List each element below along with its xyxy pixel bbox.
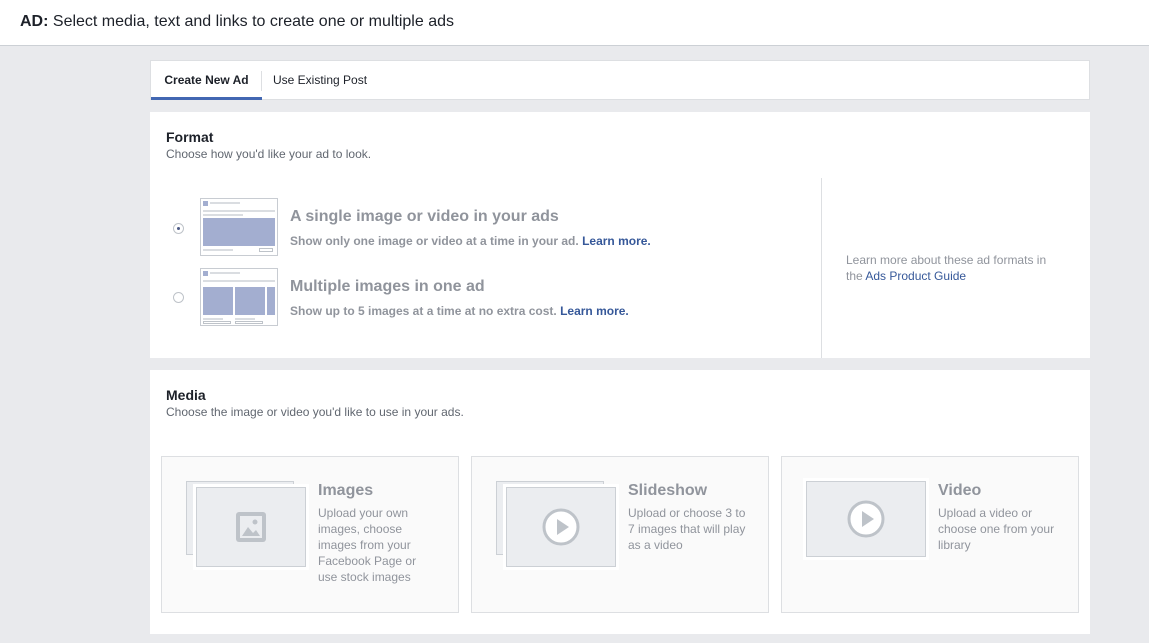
media-section: Media Choose the image or video you'd li… (150, 370, 1090, 634)
play-icon (542, 508, 580, 546)
video-option-title: Video (938, 482, 982, 499)
format-title: Format (166, 129, 214, 145)
page-title: AD: Select media, text and links to crea… (20, 13, 454, 31)
ads-guide-note: Learn more about these ad formats in the… (846, 252, 1066, 284)
tab-create-new-ad[interactable]: Create New Ad (151, 61, 262, 100)
multiple-images-thumbnail (200, 268, 278, 326)
images-option-title: Images (318, 482, 374, 499)
single-format-radio[interactable] (173, 223, 184, 234)
single-image-thumbnail (200, 198, 278, 256)
images-option-description: Upload your own images, choose images fr… (318, 506, 417, 584)
multiple-format-title: Multiple images in one ad (290, 278, 485, 295)
multiple-format-description-text: Show up to 5 images at a time at no extr… (290, 304, 557, 318)
video-option-description: Upload a video or choose one from your l… (938, 506, 1055, 552)
format-divider (821, 178, 822, 358)
page-title-text: Select media, text and links to create o… (52, 13, 454, 30)
slideshow-option-title: Slideshow (628, 482, 708, 499)
page-title-prefix: AD: (20, 13, 49, 30)
ads-product-guide-link[interactable]: Ads Product Guide (865, 269, 966, 283)
multiple-format-learn-more-link[interactable]: Learn more. (560, 304, 629, 318)
single-format-learn-more-link[interactable]: Learn more. (582, 234, 651, 248)
media-option-slideshow[interactable]: Slideshow Upload or choose 3 to 7 images… (471, 456, 769, 613)
single-format-description: Show only one image or video at a time i… (290, 234, 651, 248)
slideshow-option-description: Upload or choose 3 to 7 images that will… (628, 506, 746, 552)
format-subtitle: Choose how you'd like your ad to look. (166, 147, 372, 161)
single-format-title: A single image or video in your ads (290, 208, 559, 225)
multiple-format-description: Show up to 5 images at a time at no extr… (290, 304, 629, 318)
image-icon (236, 512, 266, 542)
format-section: Format Choose how you'd like your ad to … (150, 112, 1090, 358)
media-subtitle: Choose the image or video you'd like to … (166, 405, 464, 419)
top-bar: AD: Select media, text and links to crea… (0, 0, 1149, 46)
video-frame (806, 481, 926, 557)
multiple-format-radio[interactable] (173, 292, 184, 303)
image-stack-front (196, 487, 306, 567)
ad-source-tabs: Create New Ad Use Existing Post (150, 60, 1090, 100)
tab-use-existing-post[interactable]: Use Existing Post (273, 61, 367, 100)
play-icon (847, 500, 885, 538)
media-title: Media (166, 387, 206, 403)
media-option-images[interactable]: Images Upload your own images, choose im… (161, 456, 459, 613)
media-option-video[interactable]: Video Upload a video or choose one from … (781, 456, 1079, 613)
slideshow-stack-front (506, 487, 616, 567)
single-format-description-text: Show only one image or video at a time i… (290, 234, 579, 248)
tab-divider (261, 71, 262, 91)
